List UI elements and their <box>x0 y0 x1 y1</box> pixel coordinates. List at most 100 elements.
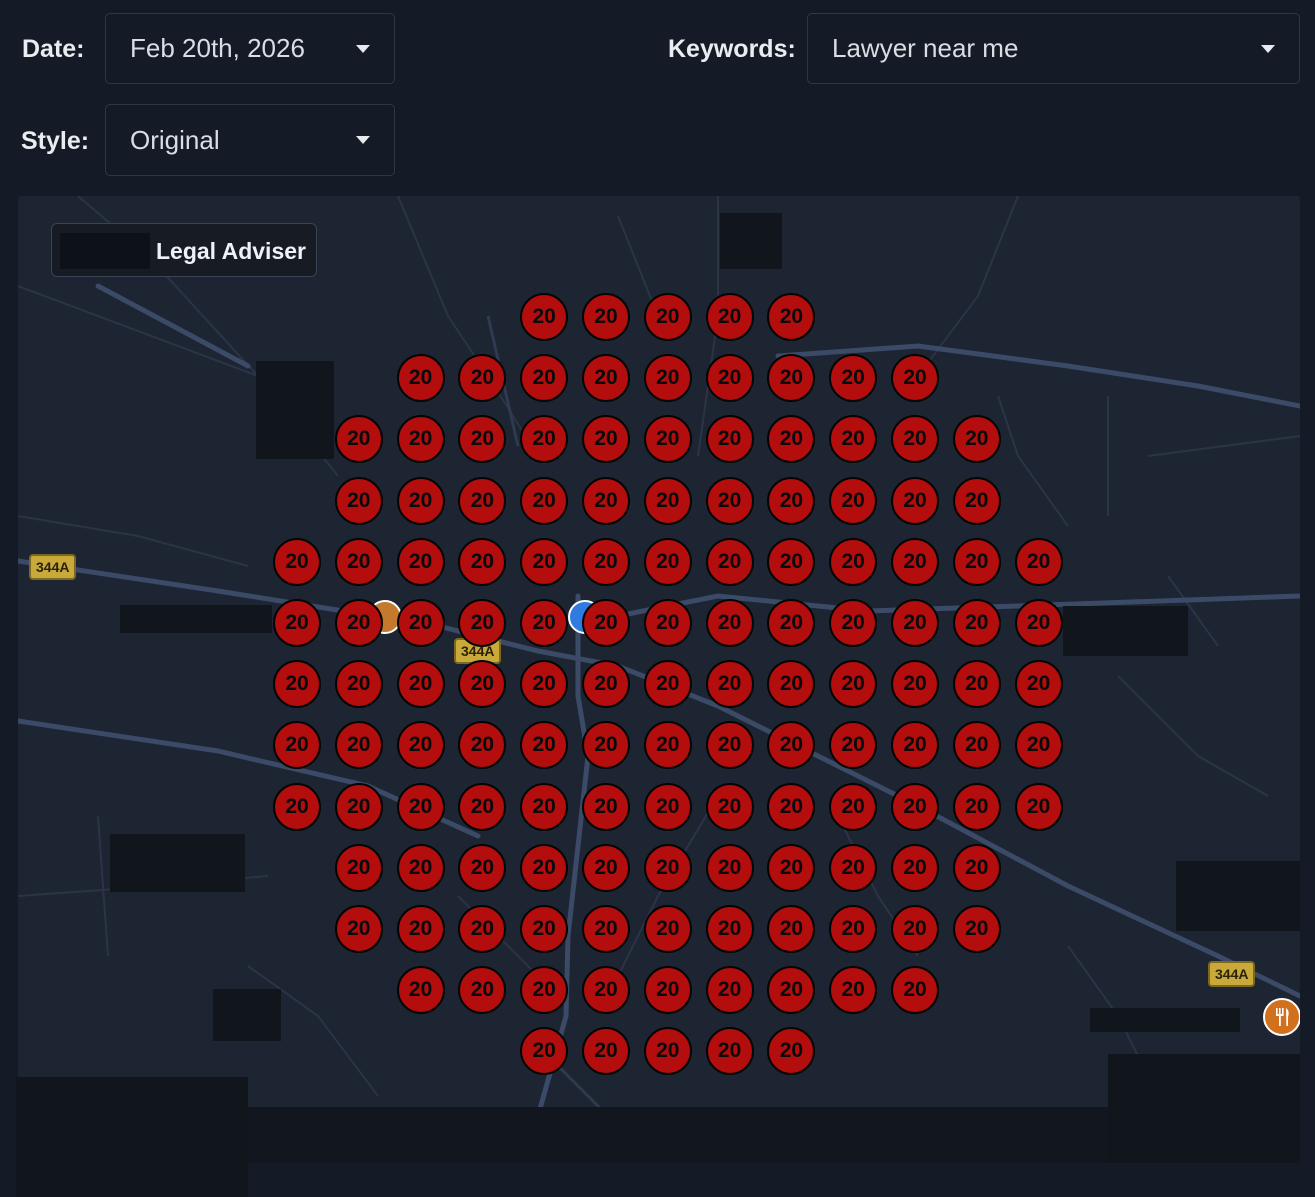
rank-pin[interactable]: 20 <box>396 966 445 1015</box>
rank-pin[interactable]: 20 <box>705 537 754 586</box>
rank-pin[interactable]: 20 <box>582 843 630 892</box>
rank-pin[interactable]: 20 <box>520 537 569 586</box>
rank-pin[interactable]: 20 <box>643 415 692 464</box>
rank-pin[interactable]: 20 <box>705 354 754 403</box>
rank-pin[interactable]: 20 <box>952 660 1001 709</box>
rank-pin[interactable]: 20 <box>273 660 321 709</box>
rank-pin[interactable]: 20 <box>458 476 507 525</box>
rank-pin[interactable]: 20 <box>582 537 630 586</box>
rank-pin[interactable]: 20 <box>643 660 692 709</box>
rank-pin[interactable]: 20 <box>1014 660 1063 709</box>
rank-pin[interactable]: 20 <box>767 537 816 586</box>
rank-pin[interactable]: 20 <box>273 782 321 831</box>
rank-pin[interactable]: 20 <box>952 843 1001 892</box>
rank-pin[interactable]: 20 <box>334 415 383 464</box>
rank-pin[interactable]: 20 <box>829 782 878 831</box>
rank-pin[interactable]: 20 <box>891 354 939 403</box>
rank-pin[interactable]: 20 <box>334 599 383 647</box>
rank-pin[interactable]: 20 <box>520 782 569 831</box>
rank-pin[interactable]: 20 <box>643 966 692 1015</box>
rank-pin[interactable]: 20 <box>705 1027 754 1076</box>
rank-pin[interactable]: 20 <box>334 476 383 525</box>
rank-pin[interactable]: 20 <box>1014 721 1063 770</box>
rank-pin[interactable]: 20 <box>520 293 569 341</box>
rank-pin[interactable]: 20 <box>334 782 383 831</box>
rank-pin[interactable]: 20 <box>891 843 939 892</box>
rank-pin[interactable]: 20 <box>829 905 878 953</box>
rank-pin[interactable]: 20 <box>582 660 630 709</box>
rank-pin[interactable]: 20 <box>643 476 692 525</box>
rank-pin[interactable]: 20 <box>705 476 754 525</box>
rank-pin[interactable]: 20 <box>273 537 321 586</box>
rank-pin[interactable]: 20 <box>643 782 692 831</box>
rank-pin[interactable]: 20 <box>520 599 569 647</box>
rank-pin[interactable]: 20 <box>643 1027 692 1076</box>
rank-pin[interactable]: 20 <box>334 721 383 770</box>
rank-pin[interactable]: 20 <box>643 843 692 892</box>
rank-pin[interactable]: 20 <box>705 905 754 953</box>
rank-pin[interactable]: 20 <box>705 660 754 709</box>
rank-pin[interactable]: 20 <box>458 782 507 831</box>
rank-pin[interactable]: 20 <box>891 476 939 525</box>
rank-pin[interactable]: 20 <box>1014 782 1063 831</box>
rank-pin[interactable]: 20 <box>829 599 878 647</box>
rank-pin[interactable]: 20 <box>829 843 878 892</box>
fork-knife-icon[interactable] <box>1263 998 1300 1036</box>
rank-pin[interactable]: 20 <box>891 537 939 586</box>
rank-pin[interactable]: 20 <box>582 476 630 525</box>
rank-pin[interactable]: 20 <box>643 354 692 403</box>
rank-pin[interactable]: 20 <box>952 599 1001 647</box>
rank-pin[interactable]: 20 <box>396 843 445 892</box>
rank-pin[interactable]: 20 <box>396 476 445 525</box>
rank-pin[interactable]: 20 <box>705 782 754 831</box>
rank-pin[interactable]: 20 <box>767 782 816 831</box>
date-select[interactable]: Feb 20th, 2026 <box>105 13 395 84</box>
rank-pin[interactable]: 20 <box>643 599 692 647</box>
rank-pin[interactable]: 20 <box>705 415 754 464</box>
rank-pin[interactable]: 20 <box>891 966 939 1015</box>
rank-pin[interactable]: 20 <box>582 966 630 1015</box>
rank-pin[interactable]: 20 <box>582 354 630 403</box>
rank-pin[interactable]: 20 <box>705 966 754 1015</box>
rank-pin[interactable]: 20 <box>334 843 383 892</box>
rank-pin[interactable]: 20 <box>458 843 507 892</box>
rank-pin[interactable]: 20 <box>705 843 754 892</box>
rank-pin[interactable]: 20 <box>520 905 569 953</box>
rank-pin[interactable]: 20 <box>582 599 630 647</box>
rank-pin[interactable]: 20 <box>396 537 445 586</box>
rank-pin[interactable]: 20 <box>396 905 445 953</box>
rank-pin[interactable]: 20 <box>396 782 445 831</box>
rank-pin[interactable]: 20 <box>396 354 445 403</box>
rank-pin[interactable]: 20 <box>582 293 630 341</box>
map-canvas[interactable]: Legal Adviser 344A 344A 344A 20 20 20 20 20 2… <box>18 196 1300 1163</box>
style-select[interactable]: Original <box>105 104 395 176</box>
rank-pin[interactable]: 20 <box>891 905 939 953</box>
rank-pin[interactable]: 20 <box>334 905 383 953</box>
rank-pin[interactable]: 20 <box>643 905 692 953</box>
rank-pin[interactable]: 20 <box>458 537 507 586</box>
rank-pin[interactable]: 20 <box>891 782 939 831</box>
rank-pin[interactable]: 20 <box>705 293 754 341</box>
rank-pin[interactable]: 20 <box>643 721 692 770</box>
rank-pin[interactable]: 20 <box>705 721 754 770</box>
rank-pin[interactable]: 20 <box>273 599 321 647</box>
rank-pin[interactable]: 20 <box>891 599 939 647</box>
rank-pin[interactable]: 20 <box>952 721 1001 770</box>
rank-pin[interactable]: 20 <box>582 905 630 953</box>
rank-pin[interactable]: 20 <box>767 843 816 892</box>
rank-pin[interactable]: 20 <box>396 721 445 770</box>
rank-pin[interactable]: 20 <box>952 905 1001 953</box>
rank-pin[interactable]: 20 <box>520 843 569 892</box>
rank-pin[interactable]: 20 <box>1014 599 1063 647</box>
rank-pin[interactable]: 20 <box>582 782 630 831</box>
rank-pin[interactable]: 20 <box>705 599 754 647</box>
rank-pin[interactable]: 20 <box>396 599 445 647</box>
rank-pin[interactable]: 20 <box>334 660 383 709</box>
rank-pin[interactable]: 20 <box>1014 537 1063 586</box>
keywords-select[interactable]: Lawyer near me <box>807 13 1300 84</box>
rank-pin[interactable]: 20 <box>643 293 692 341</box>
rank-pin[interactable]: 20 <box>396 660 445 709</box>
rank-pin[interactable]: 20 <box>952 415 1001 464</box>
rank-pin[interactable]: 20 <box>829 476 878 525</box>
rank-pin[interactable]: 20 <box>643 537 692 586</box>
